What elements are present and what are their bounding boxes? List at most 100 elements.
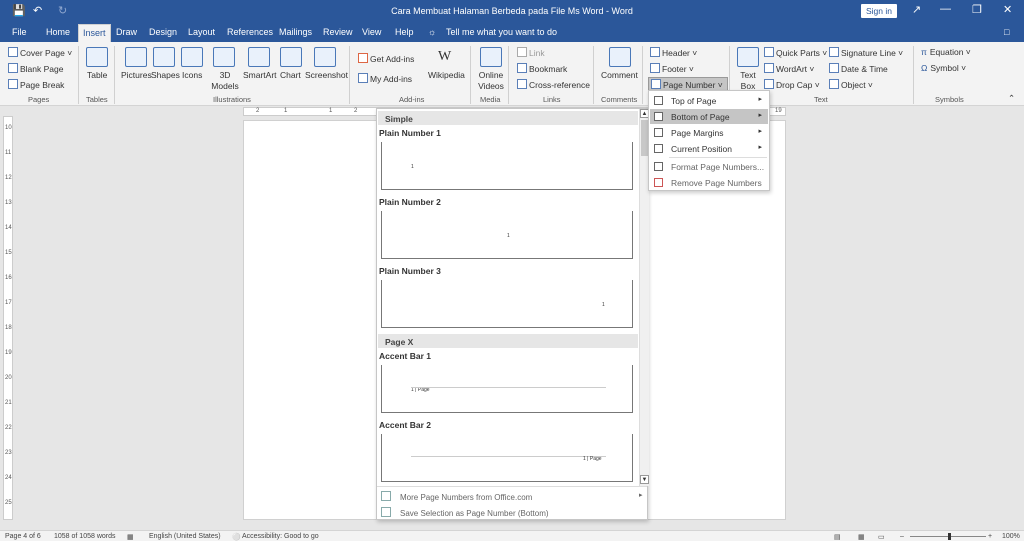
zoom-in-icon[interactable]: + <box>988 533 992 540</box>
tab-draw[interactable]: Draw <box>116 27 137 37</box>
tab-review[interactable]: Review <box>323 27 353 37</box>
shapes-icon[interactable] <box>153 47 175 67</box>
online-videos-button[interactable]: Online Videos <box>477 70 505 92</box>
tell-me-search[interactable]: Tell me what you want to do <box>446 27 557 37</box>
wikipedia-button[interactable]: Wikipedia <box>428 70 465 80</box>
menu-item-page-margins[interactable]: Page Margins ▸ <box>650 125 768 140</box>
ruler-number: 13 <box>5 200 12 206</box>
screenshot-button[interactable]: Screenshot <box>305 70 348 80</box>
restore-button[interactable]: ❐ <box>972 3 982 16</box>
smartart-button[interactable]: SmartArt <box>243 70 277 80</box>
gallery-item-plain-number-1[interactable]: 1 <box>381 142 633 190</box>
word-count[interactable]: 1058 of 1058 words <box>54 533 116 540</box>
object-button[interactable]: Object ˅ <box>829 79 873 90</box>
footer-button[interactable]: Footer ˅ <box>650 63 694 74</box>
my-addins-button[interactable]: My Add-ins <box>358 73 412 84</box>
cross-reference-icon <box>517 79 527 89</box>
ribbon-tabs: File Home Insert Draw Design Layout Refe… <box>0 22 1024 42</box>
zoom-out-icon[interactable]: – <box>900 533 904 540</box>
page-count[interactable]: Page 4 of 6 <box>5 533 41 540</box>
text-box-icon[interactable] <box>737 47 759 67</box>
gallery-item-plain-number-2[interactable]: 1 <box>381 211 633 259</box>
pictures-icon[interactable] <box>125 47 147 67</box>
tab-mailings[interactable]: Mailings <box>279 27 312 37</box>
ribbon-display-icon[interactable]: ↗ <box>912 3 921 16</box>
shapes-button[interactable]: Shapes <box>151 70 180 80</box>
menu-item-format-page-numbers[interactable]: Format Page Numbers... <box>650 159 768 174</box>
blank-page-button[interactable]: Blank Page <box>8 63 63 74</box>
link-icon <box>517 47 527 57</box>
more-page-numbers-item[interactable]: More Page Numbers from Office.com ▸ <box>381 491 643 502</box>
ruler-number: 2 <box>354 108 358 114</box>
scroll-thumb[interactable] <box>641 120 648 156</box>
sign-in-button[interactable]: Sign in <box>861 4 897 18</box>
close-button[interactable]: ✕ <box>1003 3 1012 16</box>
separator <box>78 46 79 104</box>
scroll-down-icon[interactable]: ▼ <box>640 475 649 484</box>
comment-button[interactable]: Comment <box>601 70 638 80</box>
date-time-button[interactable]: Date & Time <box>829 63 888 74</box>
gallery-item-plain-number-3[interactable]: 1 <box>381 280 633 328</box>
menu-item-current-position[interactable]: Current Position ▸ <box>650 141 768 156</box>
tab-design[interactable]: Design <box>149 27 177 37</box>
save-selection-item[interactable]: Save Selection as Page Number (Bottom) <box>381 507 549 518</box>
quick-parts-button[interactable]: Quick Parts ˅ <box>764 47 827 58</box>
header-button[interactable]: Header ˅ <box>650 47 697 58</box>
cover-page-button[interactable]: Cover Page ˅ <box>8 47 72 58</box>
minimize-button[interactable]: — <box>940 3 951 15</box>
separator <box>470 46 471 104</box>
tab-file[interactable]: File <box>12 27 27 37</box>
smartart-icon[interactable] <box>248 47 270 67</box>
link-button[interactable]: Link <box>517 47 545 58</box>
pictures-button[interactable]: Pictures <box>121 70 152 80</box>
read-mode-icon[interactable]: ▤ <box>834 533 841 541</box>
cross-reference-button[interactable]: Cross-reference <box>517 79 590 90</box>
submenu-arrow-icon: ▸ <box>758 112 762 119</box>
web-layout-icon[interactable]: ▭ <box>878 533 885 541</box>
table-icon[interactable] <box>86 47 108 67</box>
sample-page-number: 1 <box>411 164 414 170</box>
wikipedia-icon[interactable]: W <box>438 49 451 65</box>
online-videos-icon[interactable] <box>480 47 502 67</box>
tab-references[interactable]: References <box>227 27 273 37</box>
3d-models-button[interactable]: 3D Models <box>207 70 243 92</box>
proofing-icon[interactable]: ▦ <box>127 533 134 541</box>
tab-home[interactable]: Home <box>46 27 70 37</box>
drop-cap-button[interactable]: Drop Cap ˅ <box>764 79 820 90</box>
accessibility-status[interactable]: Accessibility: Good to go <box>242 533 319 540</box>
language-indicator[interactable]: English (United States) <box>149 533 221 540</box>
comments-pane-icon[interactable]: □ <box>1004 27 1009 37</box>
object-icon <box>829 79 839 89</box>
chart-icon[interactable] <box>280 47 302 67</box>
get-addins-button[interactable]: Get Add-ins <box>358 53 414 64</box>
collapse-ribbon-icon[interactable]: ⌃ <box>1008 93 1015 104</box>
wordart-button[interactable]: WordArt ˅ <box>764 63 814 74</box>
tab-insert[interactable]: Insert <box>78 24 111 42</box>
zoom-level[interactable]: 100% <box>1002 533 1020 540</box>
signature-line-button[interactable]: Signature Line ˅ <box>829 47 903 58</box>
page-break-button[interactable]: Page Break <box>8 79 64 90</box>
text-box-button[interactable]: Text Box <box>734 70 762 92</box>
symbol-button[interactable]: Ω Symbol ˅ <box>921 63 966 73</box>
menu-item-remove-page-numbers[interactable]: Remove Page Numbers <box>650 175 768 190</box>
gallery-item-accent-bar-2[interactable]: 1 | Page <box>381 434 633 482</box>
bookmark-label: Bookmark <box>529 64 568 74</box>
tab-view[interactable]: View <box>362 27 381 37</box>
icons-icon[interactable] <box>181 47 203 67</box>
table-button[interactable]: Table <box>87 70 107 80</box>
icons-button[interactable]: Icons <box>182 70 202 80</box>
tab-layout[interactable]: Layout <box>188 27 215 37</box>
zoom-slider-thumb[interactable] <box>948 533 951 540</box>
screenshot-icon[interactable] <box>314 47 336 67</box>
ruler-number: 20 <box>5 375 12 381</box>
3d-models-icon[interactable] <box>213 47 235 67</box>
chart-button[interactable]: Chart <box>280 70 301 80</box>
tab-help[interactable]: Help <box>395 27 414 37</box>
menu-item-top-of-page[interactable]: Top of Page ▸ <box>650 93 768 108</box>
equation-button[interactable]: π Equation ˅ <box>921 47 971 57</box>
comment-icon[interactable] <box>609 47 631 67</box>
print-layout-icon[interactable]: ▦ <box>858 533 865 541</box>
bookmark-button[interactable]: Bookmark <box>517 63 567 74</box>
menu-item-bottom-of-page[interactable]: Bottom of Page ▸ <box>650 109 768 124</box>
gallery-item-accent-bar-1[interactable]: 1 | Page <box>381 365 633 413</box>
